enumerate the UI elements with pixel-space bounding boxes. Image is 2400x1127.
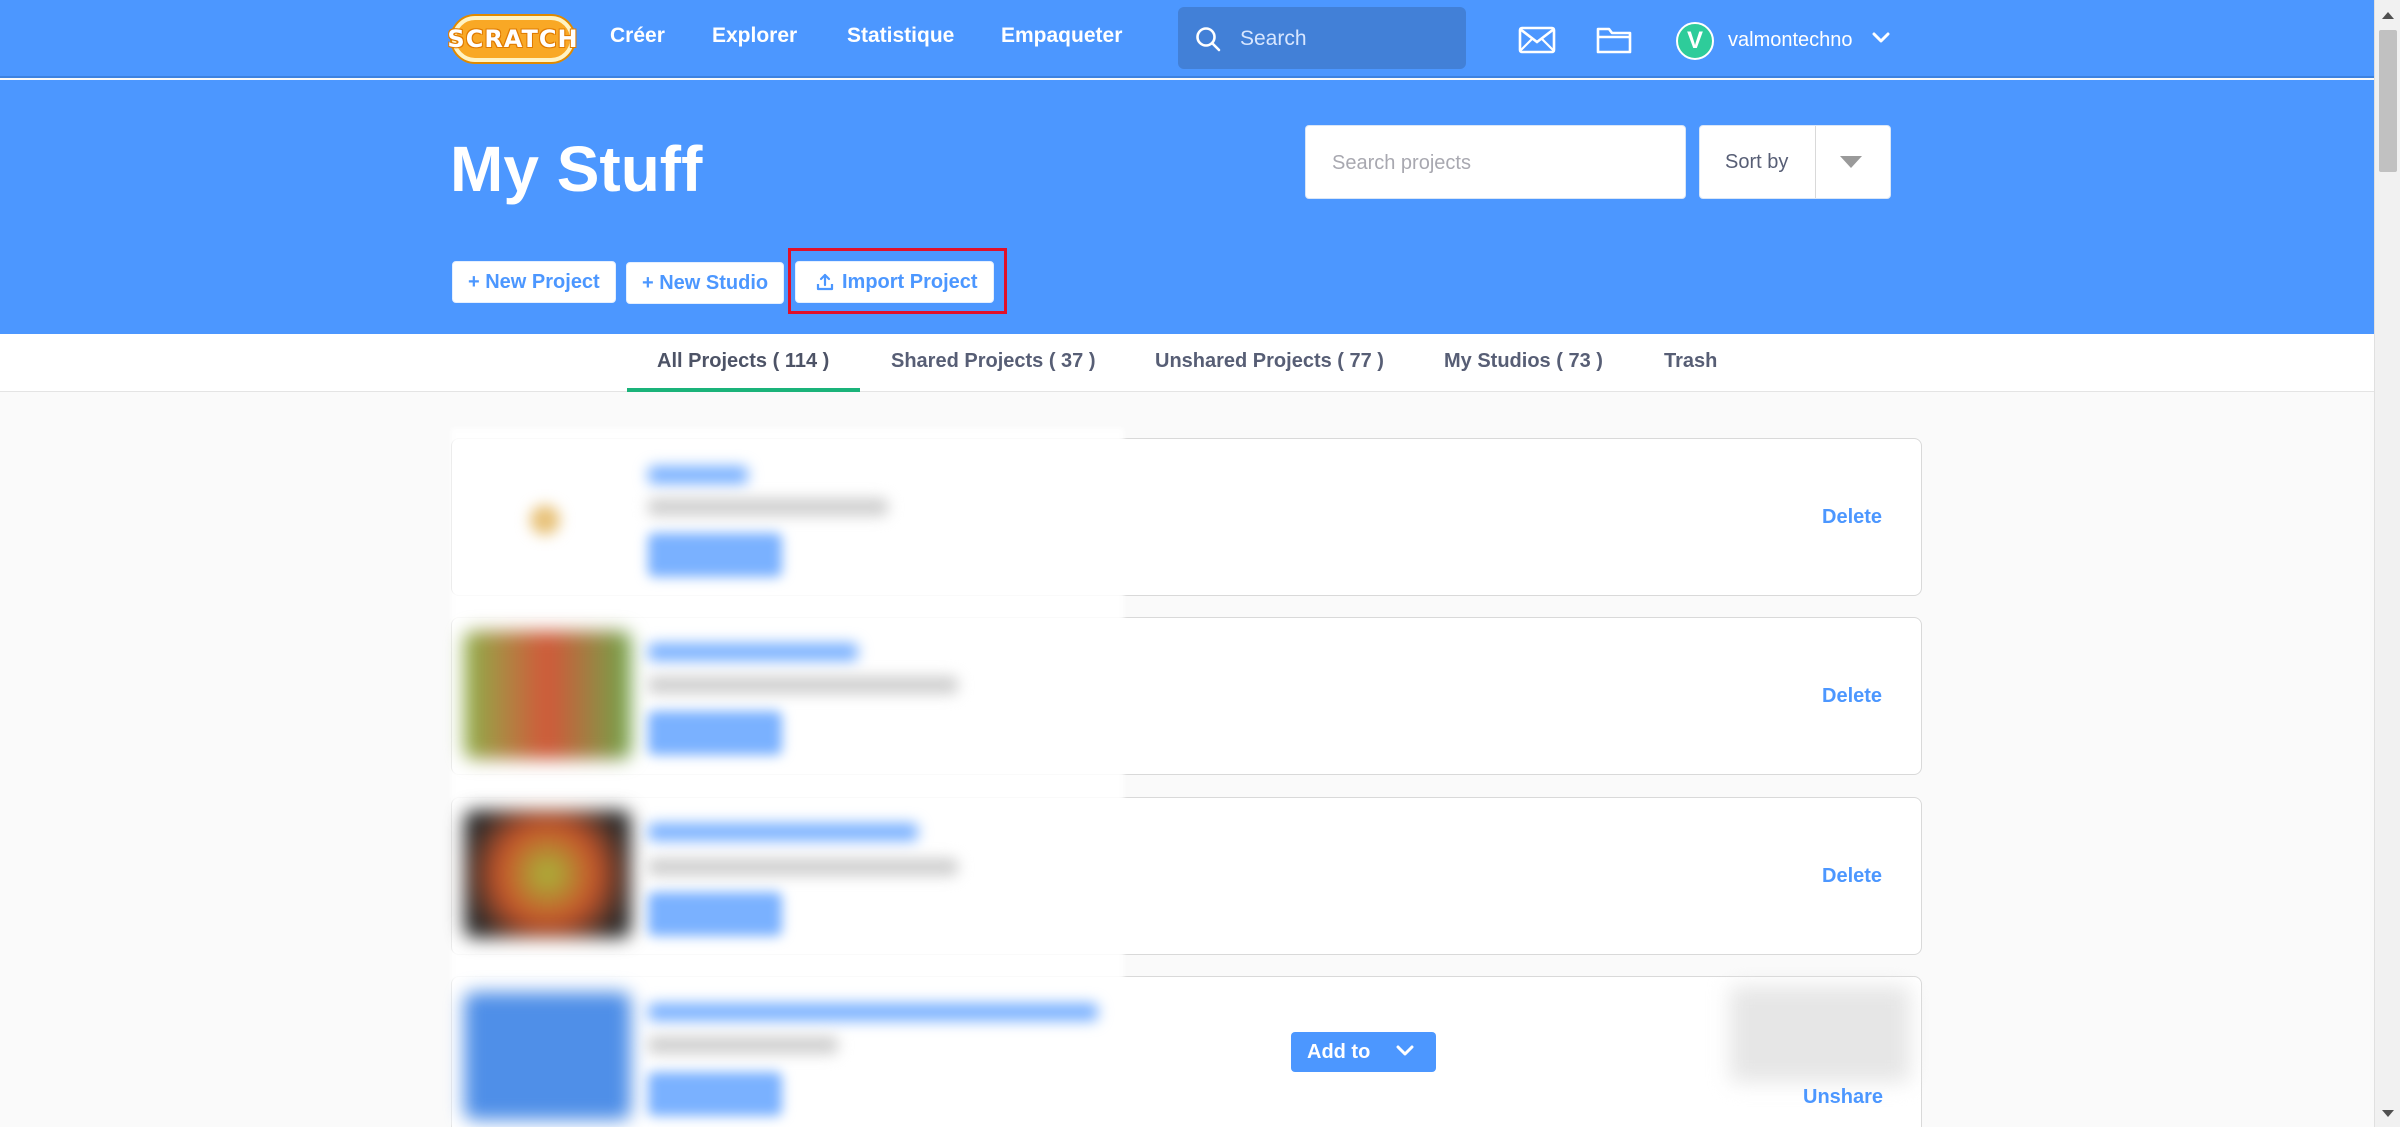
new-studio-button[interactable]: + New Studio: [626, 262, 785, 304]
search-icon: [1196, 27, 1221, 52]
project-meta-blur: [648, 1036, 838, 1054]
page-title: My Stuff: [450, 133, 703, 205]
caret-down-icon: [1840, 156, 1862, 168]
tab-my-studios[interactable]: My Studios ( 73 ): [1444, 350, 1603, 373]
project-action-blur[interactable]: [648, 1072, 782, 1116]
project-action-blur[interactable]: [648, 533, 782, 577]
tab-unshared-projects[interactable]: Unshared Projects ( 77 ): [1155, 350, 1384, 373]
import-project-highlight: [788, 248, 1007, 314]
thumbnail-blur-detail: [530, 505, 560, 535]
sort-by-label: Sort by: [1725, 151, 1789, 173]
unshare-project-link[interactable]: Unshare: [1803, 1086, 1883, 1109]
project-thumbnail[interactable]: [464, 992, 631, 1120]
project-title-blur[interactable]: [648, 643, 858, 661]
project-title-blur[interactable]: [648, 466, 748, 484]
add-to-label: Add to: [1307, 1041, 1371, 1063]
project-meta-blur: [648, 676, 958, 694]
scroll-up-arrow-icon[interactable]: [2382, 12, 2394, 19]
new-project-button[interactable]: + New Project: [452, 261, 616, 303]
tab-all-projects[interactable]: All Projects ( 114 ): [657, 350, 829, 373]
chevron-down-icon: [1396, 1045, 1414, 1056]
sort-by-dropdown[interactable]: Sort by: [1699, 125, 1891, 199]
my-stuff-header: My Stuff Search projects Sort by + New P…: [0, 80, 2374, 334]
chevron-down-icon[interactable]: [1872, 32, 1890, 44]
scrollbar-thumb[interactable]: [2379, 30, 2397, 172]
tab-trash[interactable]: Trash: [1664, 350, 1717, 373]
username[interactable]: valmontechno: [1728, 29, 1853, 52]
project-thumbnail[interactable]: [464, 631, 631, 759]
add-to-studio-button[interactable]: Add to: [1291, 1032, 1436, 1072]
top-navbar: SCRATCH Créer Explorer Statistique Empaq…: [0, 0, 2374, 78]
sort-divider: [1815, 126, 1816, 198]
avatar[interactable]: V: [1676, 22, 1714, 60]
my-stuff-folder-icon[interactable]: [1596, 24, 1632, 54]
project-meta-blur: [648, 858, 958, 876]
nav-search-input[interactable]: Search: [1178, 7, 1466, 69]
messages-icon[interactable]: [1518, 26, 1556, 54]
nav-search-placeholder: Search: [1240, 27, 1307, 50]
page-scrollbar[interactable]: [2374, 0, 2400, 1127]
active-tab-indicator: [627, 388, 860, 392]
project-action-blur[interactable]: [648, 892, 782, 936]
tab-shared-projects[interactable]: Shared Projects ( 37 ): [891, 350, 1096, 373]
search-projects-placeholder: Search projects: [1332, 152, 1471, 174]
project-title-blur[interactable]: [648, 823, 918, 841]
scratch-logo[interactable]: SCRATCH: [447, 16, 578, 62]
delete-project-link[interactable]: Delete: [1822, 865, 1882, 888]
nav-link-explore[interactable]: Explorer: [712, 24, 797, 48]
project-thumbnail[interactable]: [464, 810, 631, 938]
project-stats-blur: [1730, 986, 1910, 1082]
project-tabs: All Projects ( 114 ) Shared Projects ( 3…: [0, 334, 2374, 392]
search-projects-input[interactable]: Search projects: [1305, 125, 1686, 199]
logo-text: SCRATCH: [447, 25, 579, 53]
delete-project-link[interactable]: Delete: [1822, 506, 1882, 529]
nav-link-packager[interactable]: Empaqueter: [1001, 24, 1122, 48]
project-title-blur[interactable]: [648, 1003, 1098, 1021]
scroll-down-arrow-icon[interactable]: [2382, 1110, 2394, 1117]
project-meta-blur: [648, 498, 888, 516]
delete-project-link[interactable]: Delete: [1822, 685, 1882, 708]
project-action-blur[interactable]: [648, 711, 782, 755]
nav-link-statistics[interactable]: Statistique: [847, 24, 954, 48]
nav-link-create[interactable]: Créer: [610, 24, 665, 48]
